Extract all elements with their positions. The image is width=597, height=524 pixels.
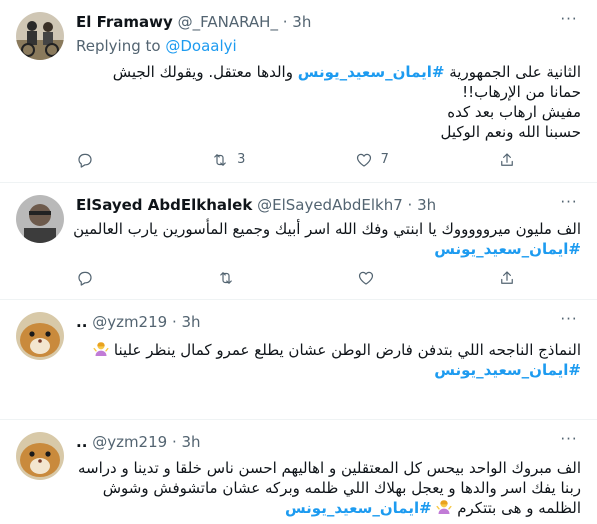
retweet-count: 3 [237,152,246,167]
more-icon[interactable]: ··· [559,312,579,332]
user-handle[interactable]: @yzm219 [92,313,167,331]
timestamp[interactable]: · 3h [172,433,201,451]
avatar[interactable] [16,312,64,360]
display-name[interactable]: El Framawy [76,13,173,31]
display-name[interactable]: .. [76,433,87,451]
user-handle[interactable]: @_FANARAH_ [178,13,278,31]
tweet-line: #ايمان_سعيد_يونس [76,239,581,259]
avatar[interactable] [16,432,64,480]
tweet-line: #ايمان_سعيد_يونس [76,360,581,380]
tweet-text: الف مليون ميروووووك يا ابنتي وفك الله اس… [73,219,581,259]
hashtag-link[interactable]: #ايمان_سعيد_يونس [434,361,581,379]
share-button[interactable] [498,150,516,170]
hashtag-link[interactable]: #ايمان_سعيد_يونس [298,63,445,81]
timestamp[interactable]: · 3h [172,313,201,331]
retweet-icon [219,272,232,284]
avatar[interactable] [16,12,64,60]
more-icon[interactable]: ··· [559,432,579,452]
tweet-line: النماذج الناجحه اللي بتدفن فارض الوطن عش… [76,340,581,360]
tweet-line: حمانا من الإرهاب!! [462,83,581,101]
user-handle[interactable]: @ElSayedAbdElkh7 [257,196,403,214]
timestamp[interactable]: · 3h [283,13,312,31]
share-button[interactable] [498,268,516,288]
tweet-actions [76,268,516,288]
like-count: 7 [380,152,389,167]
replying-to: Replying to @Doaalyi [76,36,237,56]
retweet-button[interactable]: 3 [211,150,245,170]
retweet-icon [214,154,226,166]
heart-icon [356,153,371,167]
tweet-line: الف مبروك الواحد بيحس كل المعتقلين و اها… [77,459,581,477]
reply-button[interactable] [76,268,94,288]
more-icon[interactable]: ··· [559,12,579,32]
share-icon [501,153,513,166]
display-name[interactable]: .. [76,313,87,331]
tweet[interactable]: ElSayed AbdElkhalek @ElSayedAbdElkh7 · 3… [0,183,597,300]
tweet-actions: 3 7 [76,150,516,170]
tweet-line: الثانية على الجمهورية #ايمان_سعيد_يونس و… [112,63,581,81]
tweet-text: النماذج الناجحه اللي بتدفن فارض الوطن عش… [76,340,581,380]
display-name[interactable]: ElSayed AbdElkhalek [76,196,252,214]
replying-to-handle[interactable]: @Doaalyi [165,37,236,55]
user-handle[interactable]: @yzm219 [92,433,167,451]
avatar[interactable] [16,195,64,243]
tweet-line: الف مليون ميروووووك يا ابنتي وفك الله اس… [73,220,581,238]
reply-button[interactable] [76,150,102,170]
tweet-line: الظلمه و هى بتتكرم #ايمان_سعيد_يونس [284,499,581,517]
reply-icon [78,271,92,286]
heart-icon [359,271,374,285]
hashtag-link[interactable]: #ايمان_سعيد_يونس [434,240,581,258]
tweet[interactable]: .. @yzm219 · 3h ··· الف مبروك الواحد بيح… [0,420,597,524]
replying-to-label: Replying to [76,37,166,55]
tweet-text: الف مبروك الواحد بيحس كل المعتقلين و اها… [76,458,581,518]
share-icon [501,271,513,284]
tweet[interactable]: .. @yzm219 · 3h ··· النماذج الناجحه اللي… [0,300,597,420]
tweet-line: مفيش ارهاب بعد كده [447,103,581,121]
tweet-line: ربنا يفك اسر والدها و يعجل بهلاك اللي ظل… [102,479,581,497]
tweet-text: الثانية على الجمهورية #ايمان_سعيد_يونس و… [76,62,581,142]
woman-shrugging-icon [436,500,452,514]
hashtag-link[interactable]: #ايمان_سعيد_يونس [285,499,432,517]
woman-shrugging-icon [93,342,109,356]
more-icon[interactable]: ··· [559,195,579,215]
reply-icon [78,153,92,168]
tweet-line: حسبنا الله ونعم الوكيل [440,123,581,141]
timestamp[interactable]: · 3h [408,196,437,214]
retweet-button[interactable] [217,268,235,288]
tweet[interactable]: El Framawy @_FANARAH_ · 3h ··· Replying … [0,0,597,183]
like-button[interactable] [357,268,375,288]
like-button[interactable]: 7 [355,150,389,170]
